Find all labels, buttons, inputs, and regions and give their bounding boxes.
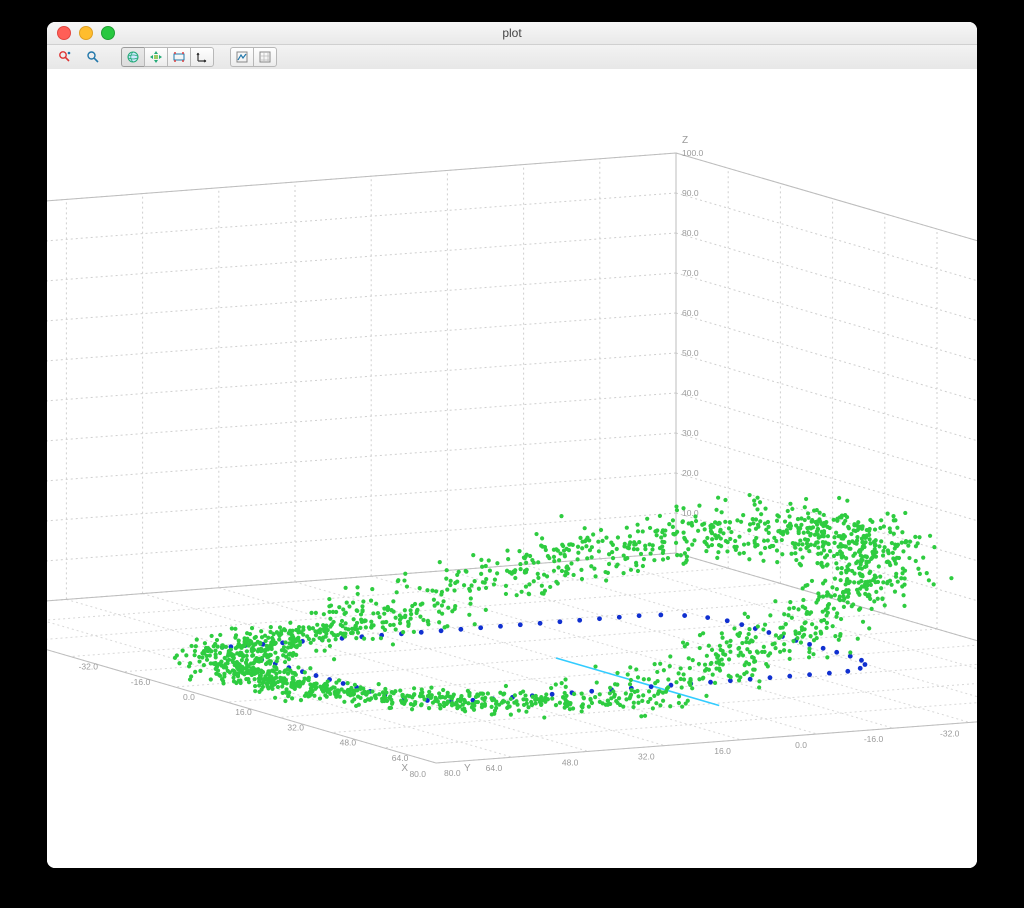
titlebar: plot <box>47 22 977 45</box>
fit-icon <box>172 50 186 64</box>
axes-button[interactable] <box>190 47 214 67</box>
chart-icon <box>235 50 249 64</box>
green-ring <box>173 493 954 720</box>
svg-text:X: X <box>401 763 408 774</box>
zoom-icon[interactable] <box>101 26 115 40</box>
axis-edges <box>47 153 977 763</box>
view-group <box>121 47 214 67</box>
svg-text:-16.0: -16.0 <box>131 677 151 687</box>
svg-text:-16.0: -16.0 <box>864 734 884 744</box>
floor-grid <box>47 553 977 763</box>
svg-text:20.0: 20.0 <box>682 468 699 478</box>
svg-text:Z: Z <box>682 135 688 146</box>
table-icon <box>258 50 272 64</box>
svg-text:50.0: 50.0 <box>682 348 699 358</box>
app-window: plot <box>47 22 977 868</box>
svg-text:-32.0: -32.0 <box>940 728 960 738</box>
svg-text:48.0: 48.0 <box>562 757 579 767</box>
svg-text:16.0: 16.0 <box>235 707 252 717</box>
toolbar <box>47 45 977 70</box>
plot-canvas: -80.0-64.0-48.0-32.0-16.00.016.032.048.0… <box>47 69 977 868</box>
data-button[interactable] <box>253 47 277 67</box>
svg-text:-32.0: -32.0 <box>79 662 99 672</box>
svg-text:32.0: 32.0 <box>287 722 304 732</box>
cyan-axis-line <box>556 658 719 706</box>
magnifier-plus-icon <box>58 50 72 64</box>
svg-text:16.0: 16.0 <box>714 746 731 756</box>
svg-text:70.0: 70.0 <box>682 268 699 278</box>
svg-text:48.0: 48.0 <box>340 738 357 748</box>
svg-text:64.0: 64.0 <box>392 753 409 763</box>
fit-button[interactable] <box>167 47 190 67</box>
zoom-region-button[interactable] <box>53 47 77 67</box>
svg-text:0.0: 0.0 <box>183 692 195 702</box>
svg-text:40.0: 40.0 <box>682 388 699 398</box>
svg-text:0.0: 0.0 <box>795 740 807 750</box>
export-button[interactable] <box>230 47 253 67</box>
window-controls <box>47 26 115 40</box>
minimize-icon[interactable] <box>79 26 93 40</box>
zoom-button[interactable] <box>81 47 105 67</box>
plot-area[interactable]: -80.0-64.0-48.0-32.0-16.00.016.032.048.0… <box>47 69 977 868</box>
svg-text:80.0: 80.0 <box>682 228 699 238</box>
pan-button[interactable] <box>144 47 167 67</box>
svg-text:100.0: 100.0 <box>682 148 704 158</box>
svg-text:64.0: 64.0 <box>486 763 503 773</box>
svg-text:30.0: 30.0 <box>682 428 699 438</box>
svg-text:60.0: 60.0 <box>682 308 699 318</box>
rotate-button[interactable] <box>121 47 144 67</box>
svg-text:32.0: 32.0 <box>638 752 655 762</box>
close-icon[interactable] <box>57 26 71 40</box>
svg-text:90.0: 90.0 <box>682 188 699 198</box>
output-group <box>230 47 277 67</box>
svg-text:80.0: 80.0 <box>409 769 426 779</box>
window-title: plot <box>47 26 977 40</box>
svg-text:80.0: 80.0 <box>444 768 461 778</box>
axes-icon <box>195 50 209 64</box>
pan-icon <box>149 50 163 64</box>
globe-icon <box>126 50 140 64</box>
magnifier-icon <box>86 50 100 64</box>
svg-text:Y: Y <box>464 763 471 774</box>
